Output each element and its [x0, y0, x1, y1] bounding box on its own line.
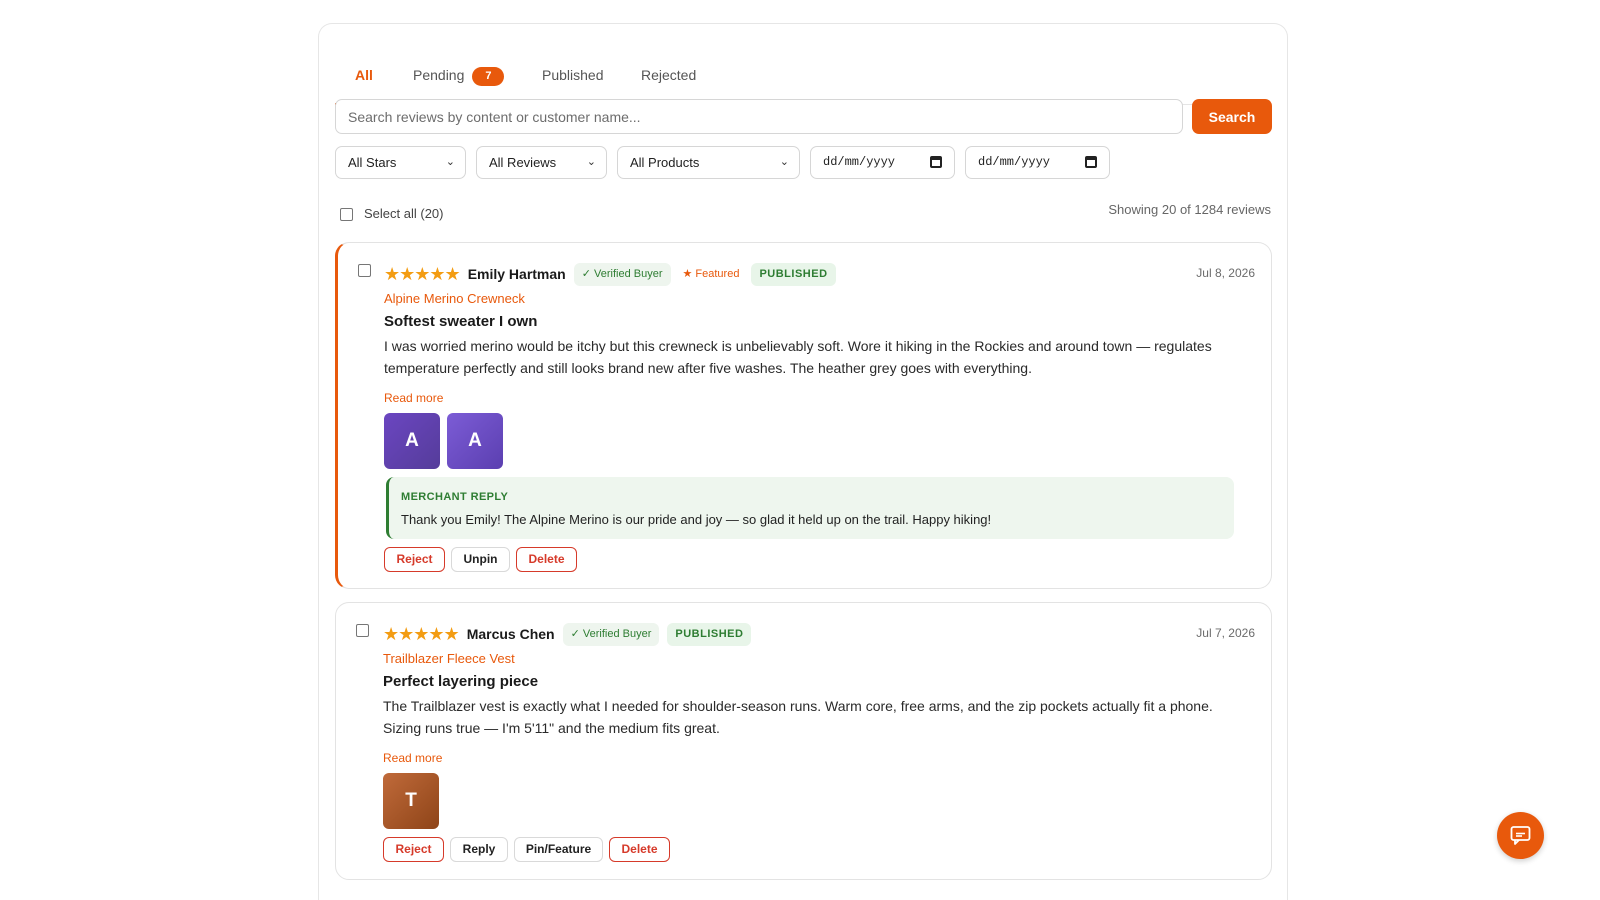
reviews-panel: All Pending 7 Published Rejected Search A…: [318, 23, 1288, 900]
date-to-value: dd/mm/yyyy: [978, 155, 1051, 169]
merchant-reply-label: MERCHANT REPLY: [401, 491, 509, 503]
chat-bubble-icon: [1510, 826, 1531, 845]
stars-filter-value: All Stars: [348, 155, 397, 170]
calendar-icon[interactable]: [1085, 156, 1097, 168]
featured-badge: ★ Featured: [682, 267, 740, 280]
verified-buyer-badge: ✓ Verified Buyer: [573, 262, 671, 286]
review-photo-thumbnail[interactable]: A: [447, 413, 503, 469]
review-photo-thumbnail[interactable]: T: [383, 773, 439, 829]
review-header: ★★★★★ Marcus Chen ✓ Verified Buyer PUBLI…: [383, 622, 752, 646]
review-header: ★★★★★ Emily Hartman ✓ Verified Buyer ★ F…: [384, 262, 836, 286]
reviewer-name: Emily Hartman: [467, 266, 566, 282]
chevron-down-icon: ⌄: [445, 156, 455, 168]
read-more-link[interactable]: Read more: [384, 391, 443, 405]
review-date: Jul 8, 2026: [1196, 266, 1255, 280]
products-filter-value: All Products: [630, 155, 700, 170]
delete-button[interactable]: Delete: [609, 837, 670, 862]
tab-rejected[interactable]: Rejected: [641, 38, 696, 105]
select-all-checkbox[interactable]: [340, 208, 353, 221]
tab-published-label: Published: [542, 67, 604, 83]
review-card: ★★★★★ Marcus Chen ✓ Verified Buyer PUBLI…: [335, 602, 1272, 880]
reviews-filter-select[interactable]: All Reviews ⌄: [476, 146, 607, 179]
tab-all[interactable]: All: [335, 38, 393, 105]
reject-button[interactable]: Reject: [383, 837, 444, 862]
star-rating: ★★★★★: [384, 263, 461, 284]
tab-rejected-label: Rejected: [641, 67, 697, 83]
tab-all-label: All: [355, 67, 373, 83]
select-all-label: Select all (20): [364, 206, 444, 221]
chevron-down-icon: ⌄: [586, 156, 596, 168]
pin-feature-button[interactable]: Pin/Feature: [514, 837, 603, 862]
reviewer-name: Marcus Chen: [466, 626, 555, 642]
pending-count-badge: 7: [472, 67, 505, 86]
chevron-down-icon: ⌄: [779, 156, 789, 168]
merchant-reply: MERCHANT REPLY Thank you Emily! The Alpi…: [386, 477, 1234, 539]
search-button[interactable]: Search: [1192, 99, 1272, 134]
status-badge: PUBLISHED: [751, 262, 836, 286]
review-title: Softest sweater I own: [384, 313, 538, 330]
merchant-reply-text: Thank you Emily! The Alpine Merino is ou…: [401, 512, 992, 527]
reject-button[interactable]: Reject: [384, 547, 445, 572]
products-filter-select[interactable]: All Products ⌄: [617, 146, 800, 179]
product-link[interactable]: Trailblazer Fleece Vest: [383, 651, 515, 666]
review-date: Jul 7, 2026: [1196, 626, 1255, 640]
date-from-value: dd/mm/yyyy: [823, 155, 896, 169]
status-badge: PUBLISHED: [667, 622, 752, 646]
tab-pending[interactable]: Pending 7: [413, 38, 505, 105]
star-rating: ★★★★★: [383, 623, 460, 644]
review-checkbox[interactable]: [358, 264, 371, 277]
delete-button[interactable]: Delete: [516, 547, 577, 572]
results-count: Showing 20 of 1284 reviews: [1108, 202, 1271, 217]
review-photo-thumbnail[interactable]: A: [384, 413, 440, 469]
search-input[interactable]: [335, 99, 1183, 134]
stars-filter-select[interactable]: All Stars ⌄: [335, 146, 466, 179]
review-body: I was worried merino would be itchy but …: [384, 338, 1212, 376]
date-from-input[interactable]: dd/mm/yyyy: [810, 146, 955, 179]
review-checkbox[interactable]: [356, 624, 369, 637]
chat-button[interactable]: [1497, 812, 1544, 859]
tab-published[interactable]: Published: [542, 38, 604, 105]
tab-pending-label: Pending: [413, 67, 465, 83]
reviews-filter-value: All Reviews: [489, 155, 557, 170]
review-title: Perfect layering piece: [383, 673, 539, 690]
review-card: ★★★★★ Emily Hartman ✓ Verified Buyer ★ F…: [335, 242, 1272, 589]
unpin-button[interactable]: Unpin: [451, 547, 510, 572]
read-more-link[interactable]: Read more: [383, 751, 442, 765]
date-to-input[interactable]: dd/mm/yyyy: [965, 146, 1110, 179]
product-link[interactable]: Alpine Merino Crewneck: [384, 291, 525, 306]
reply-button[interactable]: Reply: [450, 837, 508, 862]
review-body: The Trailblazer vest is exactly what I n…: [383, 698, 1213, 736]
status-tabs: All Pending 7 Published Rejected: [335, 38, 1271, 105]
verified-buyer-badge: ✓ Verified Buyer: [562, 622, 660, 646]
calendar-icon[interactable]: [930, 156, 942, 168]
